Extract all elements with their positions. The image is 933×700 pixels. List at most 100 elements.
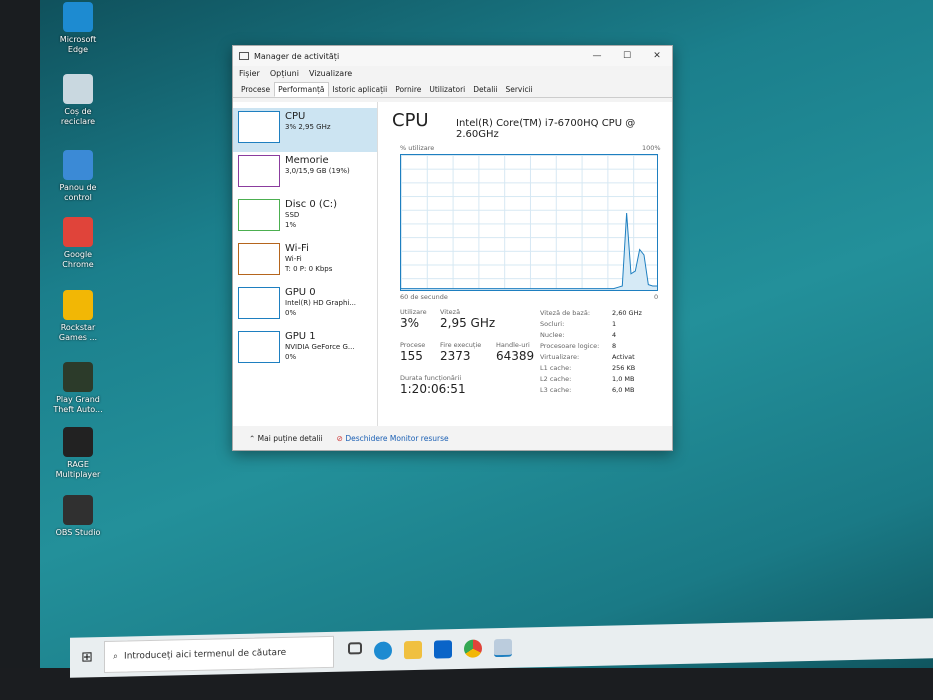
- cpu-model: Intel(R) Core(TM) i7-6700HQ CPU @ 2.60GH…: [456, 118, 636, 140]
- fewer-details-button[interactable]: ⌃ Mai puține detalii: [249, 434, 323, 443]
- edge-taskbar-icon[interactable]: [374, 641, 392, 660]
- tab-5[interactable]: Detalii: [469, 82, 501, 97]
- spec-value: 8: [612, 342, 617, 350]
- task-manager-taskbar-icon[interactable]: [494, 638, 512, 658]
- tab-6[interactable]: Servicii: [501, 82, 536, 97]
- desktop-icon[interactable]: Google Chrome: [50, 217, 106, 270]
- spec-label: Viteză de bază:: [540, 309, 591, 317]
- spec-label: L2 cache:: [540, 375, 572, 383]
- resource-sidebar: CPU 3% 2,95 GHz Memorie 3,0/15,9 GB (19%) Di…: [233, 102, 378, 426]
- desktop-icon[interactable]: OBS Studio: [50, 495, 106, 538]
- threads-label: Fire execuție: [440, 341, 482, 349]
- sidebar-item-line1: 3% 2,95 GHz: [285, 123, 331, 131]
- sidebar-item[interactable]: CPU 3% 2,95 GHz: [233, 108, 377, 152]
- desktop-icon[interactable]: Panou de control: [50, 150, 106, 203]
- task-manager-window: Manager de activități — ☐ ✕ Fișier Opțiu…: [232, 45, 673, 451]
- tab-1[interactable]: Performanță: [274, 82, 329, 97]
- sidebar-item-line1: NVIDIA GeForce G...: [285, 343, 355, 351]
- sidebar-item[interactable]: Disc 0 (C:) SSD 1%: [233, 196, 377, 240]
- desktop-icon[interactable]: Microsoft Edge: [50, 2, 106, 55]
- app-icon: [63, 2, 93, 32]
- cpu-specs: Viteză de bază: 2,60 GHz Socluri: 1 Nuclee: 4…: [540, 308, 652, 396]
- handles-label: Handle-uri: [496, 341, 530, 349]
- graph-min: 0: [654, 293, 659, 301]
- start-button[interactable]: ⊞: [70, 649, 104, 666]
- menu-view[interactable]: Vizualizare: [309, 69, 352, 79]
- mini-graph: [238, 199, 280, 231]
- spec-value: 4: [612, 331, 617, 339]
- sidebar-item[interactable]: Memorie 3,0/15,9 GB (19%): [233, 152, 377, 196]
- minimize-button[interactable]: —: [582, 51, 612, 61]
- spec-value: 1,0 MB: [612, 375, 635, 383]
- desktop-icon[interactable]: Play Grand Theft Auto...: [50, 362, 106, 415]
- spec-value: 256 KB: [612, 364, 636, 372]
- spec-label: Socluri:: [540, 320, 565, 328]
- uptime-value: 1:20:06:51: [400, 382, 466, 396]
- file-explorer-icon[interactable]: [404, 640, 422, 660]
- fewer-details-label: Mai puține detalii: [257, 433, 323, 443]
- spec-label: Virtualizare:: [540, 353, 580, 361]
- desktop-icon-label: Panou de control: [59, 183, 97, 202]
- window-title: Manager de activități: [254, 51, 340, 61]
- mini-graph: [238, 111, 280, 143]
- desktop-icon-label: Microsoft Edge: [59, 35, 97, 54]
- tab-0[interactable]: Procese: [237, 82, 274, 97]
- desktop-icon-label: Coș de reciclare: [60, 107, 96, 126]
- mini-graph: [238, 155, 280, 187]
- chrome-taskbar-icon[interactable]: [464, 639, 482, 658]
- search-placeholder: Introduceți aici termenul de căutare: [124, 647, 287, 662]
- util-label: Utilizare: [400, 308, 427, 316]
- graph-time-label: 60 de secunde: [400, 293, 448, 301]
- menu-bar: Fișier Opțiuni Vizualizare: [233, 66, 672, 82]
- speed-value: 2,95 GHz: [440, 316, 496, 330]
- tab-4[interactable]: Utilizatori: [425, 82, 469, 97]
- sidebar-item-title: Memorie: [285, 155, 329, 166]
- speed-label: Viteză: [440, 308, 461, 316]
- cpu-usage-line: [401, 213, 657, 290]
- sidebar-item[interactable]: GPU 0 Intel(R) HD Graphi... 0%: [233, 284, 377, 328]
- app-icon: [63, 74, 93, 104]
- threads-value: 2373: [440, 349, 471, 363]
- sidebar-item-line2: 0%: [285, 353, 297, 361]
- sidebar-item[interactable]: GPU 1 NVIDIA GeForce G... 0%: [233, 328, 377, 372]
- tab-bar: Procese Performanță Istoric aplicații Porni…: [233, 82, 672, 98]
- resource-monitor-icon: ⊘: [336, 433, 343, 443]
- task-view-icon[interactable]: [348, 642, 362, 655]
- panel-title: CPU: [392, 110, 429, 131]
- sidebar-item-title: GPU 0: [285, 287, 316, 298]
- mini-graph: [238, 243, 280, 275]
- outlook-icon[interactable]: [434, 640, 452, 659]
- app-icon: [63, 290, 93, 320]
- sidebar-item-line2: T: 0 P: 0 Kbps: [285, 265, 333, 273]
- desktop-icon[interactable]: RAGE Multiplayer: [50, 427, 106, 480]
- menu-options[interactable]: Opțiuni: [270, 69, 299, 79]
- sidebar-item-title: Disc 0 (C:): [285, 199, 338, 210]
- search-icon: ⌕: [113, 651, 119, 662]
- desktop-icon[interactable]: Rockstar Games ...: [50, 290, 106, 343]
- tab-2[interactable]: Istoric aplicații: [329, 82, 392, 97]
- taskbar-search[interactable]: ⌕ Introduceți aici termenul de căutare: [104, 635, 334, 674]
- monitor-bezel: [0, 0, 40, 700]
- uptime-label: Durata funcționării: [400, 374, 462, 382]
- handles-value: 64389: [496, 349, 535, 363]
- cpu-usage-graph: [400, 154, 658, 291]
- spec-value: 2,60 GHz: [612, 309, 642, 317]
- sidebar-item[interactable]: Wi-Fi Wi-Fi T: 0 P: 0 Kbps: [233, 240, 377, 284]
- spec-label: L3 cache:: [540, 386, 572, 394]
- close-button[interactable]: ✕: [642, 51, 672, 61]
- maximize-button[interactable]: ☐: [612, 51, 642, 61]
- desktop-icon[interactable]: Coș de reciclare: [50, 74, 106, 127]
- sidebar-item-line1: 3,0/15,9 GB (19%): [285, 167, 350, 175]
- graph-label: % utilizare: [400, 144, 435, 152]
- mini-graph: [238, 331, 280, 363]
- open-resource-monitor-link[interactable]: ⊘ Deschidere Monitor resurse: [337, 434, 449, 443]
- desktop-icon-label: OBS Studio: [55, 528, 101, 537]
- sidebar-item-line1: SSD: [285, 211, 300, 219]
- menu-file[interactable]: Fișier: [239, 69, 260, 79]
- sidebar-item-line1: Wi-Fi: [285, 255, 302, 263]
- app-icon: [63, 150, 93, 180]
- cpu-panel: CPU Intel(R) Core(TM) i7-6700HQ CPU @ 2.…: [378, 102, 672, 426]
- tab-3[interactable]: Pornire: [391, 82, 425, 97]
- footer: ⌃ Mai puține detalii ⊘ Deschidere Monito…: [233, 426, 672, 450]
- spec-value: Activat: [612, 353, 635, 361]
